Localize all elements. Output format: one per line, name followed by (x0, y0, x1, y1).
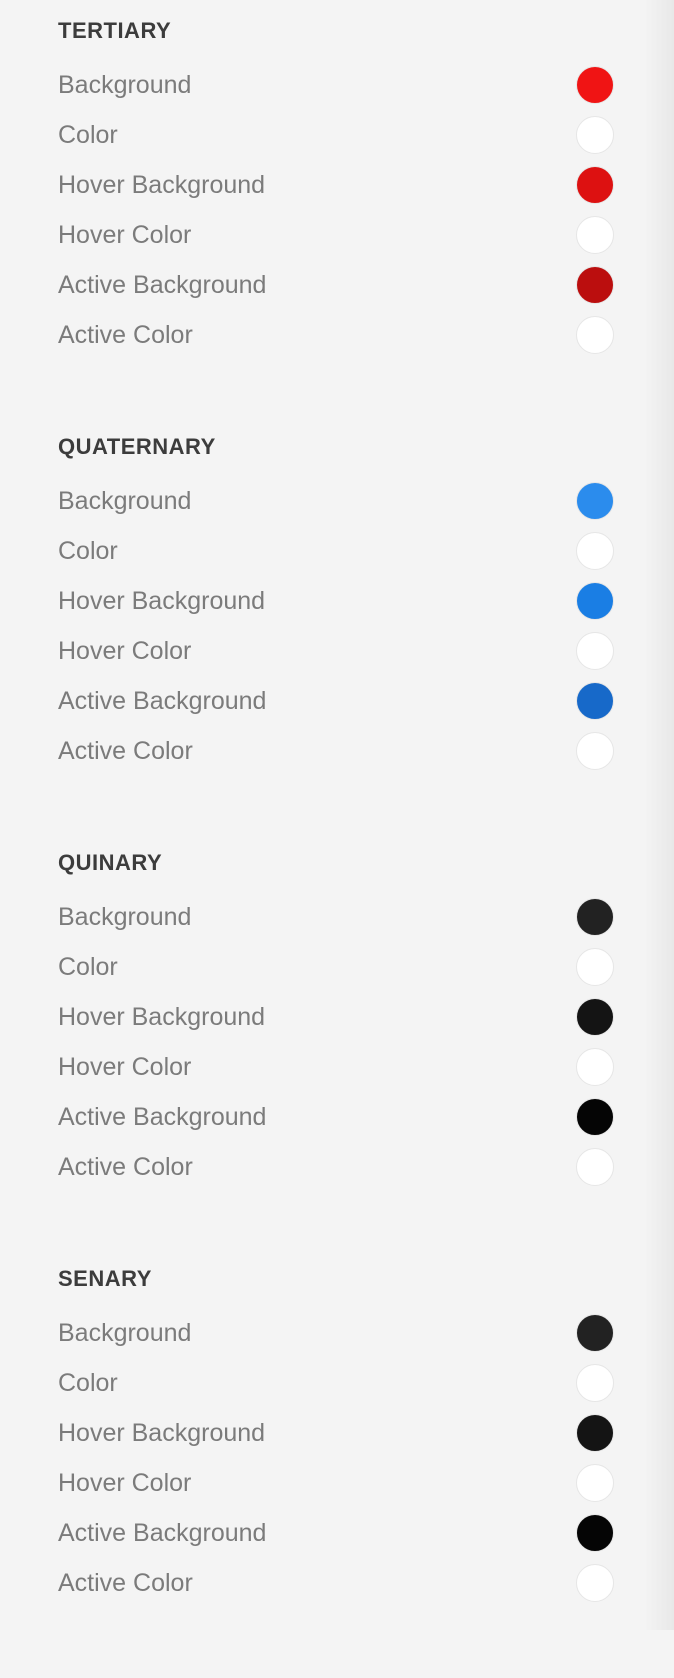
panel-edge-shadow (644, 0, 674, 1630)
color-row-label: Hover Color (58, 1052, 192, 1081)
color-swatch[interactable] (576, 1098, 614, 1136)
color-row-label: Active Background (58, 686, 267, 715)
color-row-active-background: Active Background (58, 1508, 614, 1558)
color-row-label: Active Background (58, 270, 267, 299)
color-swatch[interactable] (576, 66, 614, 104)
color-swatch[interactable] (576, 116, 614, 154)
color-row-label: Active Background (58, 1102, 267, 1131)
section-title: SENARY (58, 1266, 152, 1291)
color-row-color: Color (58, 1358, 614, 1408)
color-row-active-color: Active Color (58, 726, 614, 776)
color-row-background: Background (58, 1308, 614, 1358)
color-row-background: Background (58, 476, 614, 526)
color-swatch[interactable] (576, 1514, 614, 1552)
color-swatch[interactable] (576, 582, 614, 620)
color-swatch[interactable] (576, 998, 614, 1036)
color-swatch[interactable] (576, 1364, 614, 1402)
color-swatch[interactable] (576, 532, 614, 570)
color-row-label: Background (58, 1318, 192, 1347)
color-row-label: Color (58, 1368, 118, 1397)
color-swatch[interactable] (576, 682, 614, 720)
color-row-label: Color (58, 536, 118, 565)
color-row-color: Color (58, 526, 614, 576)
color-row-hover-background: Hover Background (58, 1408, 614, 1458)
color-row-active-color: Active Color (58, 310, 614, 360)
color-row-label: Color (58, 952, 118, 981)
color-row-label: Background (58, 902, 192, 931)
color-swatch[interactable] (576, 482, 614, 520)
color-row-active-background: Active Background (58, 676, 614, 726)
color-swatch[interactable] (576, 1148, 614, 1186)
section-title: QUINARY (58, 850, 163, 875)
color-settings-panel: TERTIARY Background Color Hover Backgrou… (58, 14, 614, 1678)
color-row-hover-color: Hover Color (58, 1042, 614, 1092)
color-swatch[interactable] (576, 316, 614, 354)
section-title: TERTIARY (58, 18, 172, 43)
color-row-label: Hover Background (58, 586, 266, 615)
color-swatch[interactable] (576, 166, 614, 204)
color-row-active-color: Active Color (58, 1142, 614, 1192)
color-row-hover-color: Hover Color (58, 1458, 614, 1508)
color-swatch[interactable] (576, 1048, 614, 1086)
color-swatch[interactable] (576, 948, 614, 986)
color-row-hover-background: Hover Background (58, 576, 614, 626)
color-row-hover-color: Hover Color (58, 626, 614, 676)
color-row-label: Hover Color (58, 636, 192, 665)
color-row-label: Active Color (58, 736, 193, 765)
color-row-label: Hover Background (58, 1418, 266, 1447)
color-row-active-background: Active Background (58, 1092, 614, 1142)
section-senary: SENARY Background Color Hover Background… (58, 1262, 614, 1678)
color-row-hover-background: Hover Background (58, 160, 614, 210)
color-swatch[interactable] (576, 1564, 614, 1602)
color-swatch[interactable] (576, 1464, 614, 1502)
color-row-background: Background (58, 892, 614, 942)
section-quinary: QUINARY Background Color Hover Backgroun… (58, 846, 614, 1262)
color-row-color: Color (58, 110, 614, 160)
color-swatch[interactable] (576, 632, 614, 670)
color-row-background: Background (58, 60, 614, 110)
color-swatch[interactable] (576, 216, 614, 254)
color-swatch[interactable] (576, 266, 614, 304)
color-swatch[interactable] (576, 732, 614, 770)
color-row-label: Active Background (58, 1518, 267, 1547)
color-row-label: Color (58, 120, 118, 149)
color-row-hover-color: Hover Color (58, 210, 614, 260)
color-row-label: Hover Background (58, 170, 266, 199)
color-row-active-background: Active Background (58, 260, 614, 310)
section-quaternary: QUATERNARY Background Color Hover Backgr… (58, 430, 614, 846)
color-row-label: Active Color (58, 320, 193, 349)
section-title: QUATERNARY (58, 434, 216, 459)
color-swatch[interactable] (576, 1314, 614, 1352)
color-row-label: Background (58, 486, 192, 515)
color-row-color: Color (58, 942, 614, 992)
color-row-label: Hover Color (58, 220, 192, 249)
color-swatch[interactable] (576, 1414, 614, 1452)
color-row-label: Background (58, 70, 192, 99)
section-tertiary: TERTIARY Background Color Hover Backgrou… (58, 14, 614, 430)
color-row-label: Active Color (58, 1152, 193, 1181)
color-row-label: Hover Background (58, 1002, 266, 1031)
color-row-active-color: Active Color (58, 1558, 614, 1608)
color-row-hover-background: Hover Background (58, 992, 614, 1042)
color-swatch[interactable] (576, 898, 614, 936)
color-row-label: Hover Color (58, 1468, 192, 1497)
color-row-label: Active Color (58, 1568, 193, 1597)
